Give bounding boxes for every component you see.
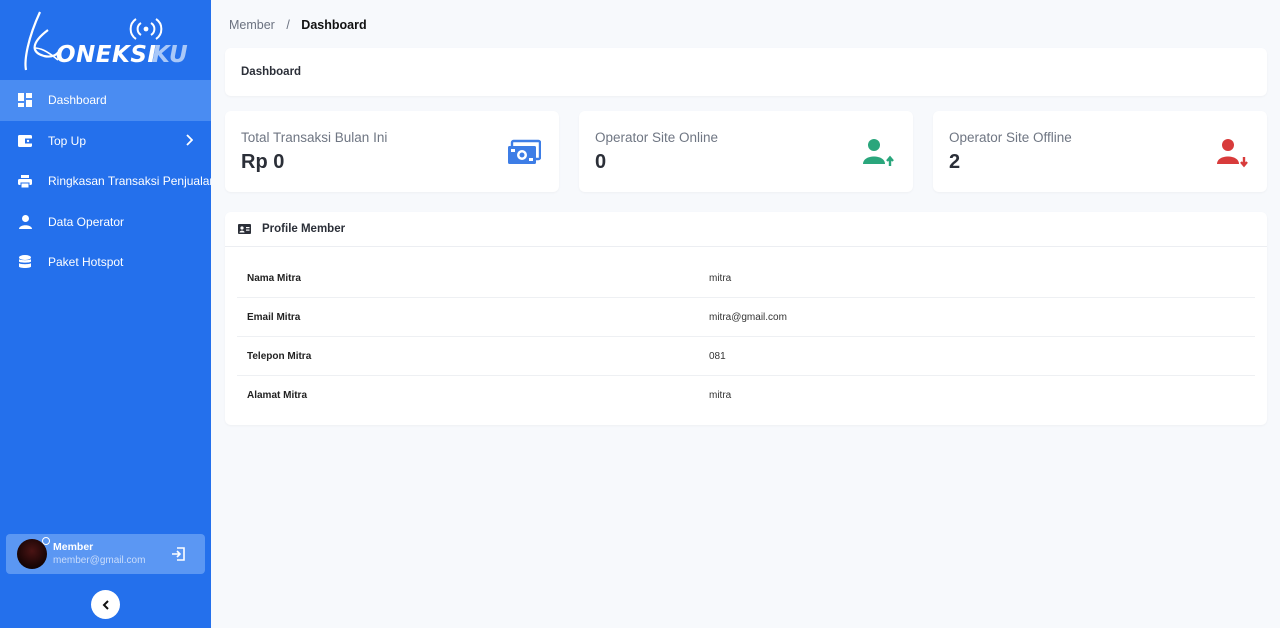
status-dot	[42, 537, 50, 545]
table-row: Email Mitra mitra@gmail.com	[237, 298, 1255, 337]
user-info: Member member@gmail.com	[53, 540, 145, 568]
stat-label: Operator Site Offline	[949, 130, 1072, 145]
profile-member-card: Profile Member Nama Mitra mitra Email Mi…	[225, 212, 1267, 425]
stat-card-operator-offline: Operator Site Offline 2	[933, 111, 1267, 192]
svg-text:ONEKSI: ONEKSI	[56, 42, 156, 68]
breadcrumb-parent[interactable]: Member	[229, 18, 275, 32]
user-offline-icon	[1217, 139, 1248, 168]
sidebar-collapse-button[interactable]	[91, 590, 120, 619]
sidebar-item-label: Data Operator	[48, 214, 125, 229]
sidebar-item-paket-hotspot[interactable]: Paket Hotspot	[0, 242, 211, 283]
stat-value: Rp 0	[241, 151, 285, 173]
user-name: Member	[53, 541, 94, 553]
chevron-left-icon	[102, 599, 109, 610]
database-icon	[17, 254, 33, 270]
field-label: Alamat Mitra	[247, 390, 308, 401]
breadcrumb-separator: /	[286, 18, 290, 32]
profile-card-title: Profile Member	[262, 223, 346, 235]
sidebar-item-dashboard[interactable]: Dashboard	[0, 80, 211, 121]
sidebar-item-ringkasan-transaksi[interactable]: Ringkasan Transaksi Penjualan	[0, 161, 211, 202]
user-email: member@gmail.com	[53, 555, 146, 566]
user-card[interactable]: Member member@gmail.com	[6, 534, 205, 574]
stat-value: 0	[595, 151, 607, 173]
profile-table: Nama Mitra mitra Email Mitra mitra@gmail…	[237, 259, 1255, 415]
logout-icon[interactable]	[171, 546, 187, 562]
field-label: Email Mitra	[247, 311, 301, 323]
sidebar-item-label: Ringkasan Transaksi Penjualan	[48, 174, 211, 189]
sidebar-item-top-up[interactable]: Top Up	[0, 121, 211, 162]
sidebar-item-data-operator[interactable]: Data Operator	[0, 202, 211, 243]
stat-value: 2	[949, 151, 961, 173]
svg-text:KU: KU	[152, 42, 188, 68]
profile-card-header: Profile Member	[225, 212, 1267, 247]
table-row: Alamat Mitra mitra	[237, 376, 1255, 415]
sidebar-item-label: Dashboard	[48, 93, 107, 108]
sidebar-item-label: Paket Hotspot	[48, 255, 124, 270]
user-online-icon	[863, 139, 894, 166]
chevron-right-icon	[185, 133, 194, 149]
id-card-icon	[238, 224, 251, 234]
field-value: 081	[709, 350, 726, 362]
stat-label: Operator Site Online	[595, 130, 719, 145]
stat-card-total-transaksi: Total Transaksi Bulan Ini Rp 0	[225, 111, 559, 192]
printer-icon	[17, 173, 33, 189]
dashboard-icon	[17, 92, 33, 108]
stat-card-operator-online: Operator Site Online 0	[579, 111, 913, 192]
page-title-card: Dashboard	[225, 48, 1267, 96]
breadcrumb: Member / Dashboard	[229, 18, 367, 32]
table-row: Nama Mitra mitra	[237, 259, 1255, 298]
field-value: mitra@gmail.com	[709, 311, 787, 323]
page-title: Dashboard	[241, 66, 302, 78]
user-icon	[17, 214, 33, 230]
sidebar-item-label: Top Up	[48, 133, 87, 148]
stat-label: Total Transaksi Bulan Ini	[241, 130, 388, 145]
field-value: mitra	[709, 272, 732, 284]
field-value: mitra	[709, 390, 732, 401]
field-label: Telepon Mitra	[247, 350, 312, 362]
sidebar-nav: Dashboard Top Up Ringkasan Transaksi Pen…	[0, 80, 211, 283]
table-row: Telepon Mitra 081	[237, 337, 1255, 376]
koneksiku-logo[interactable]: ONEKSI KU	[18, 8, 198, 74]
breadcrumb-current: Dashboard	[301, 18, 367, 32]
sidebar: ONEKSI KU Dashboard Top Up Ringkasan Tra…	[0, 0, 211, 628]
wallet-icon	[17, 133, 33, 149]
field-label: Nama Mitra	[247, 272, 301, 284]
money-icon	[508, 139, 541, 164]
avatar	[17, 537, 50, 569]
